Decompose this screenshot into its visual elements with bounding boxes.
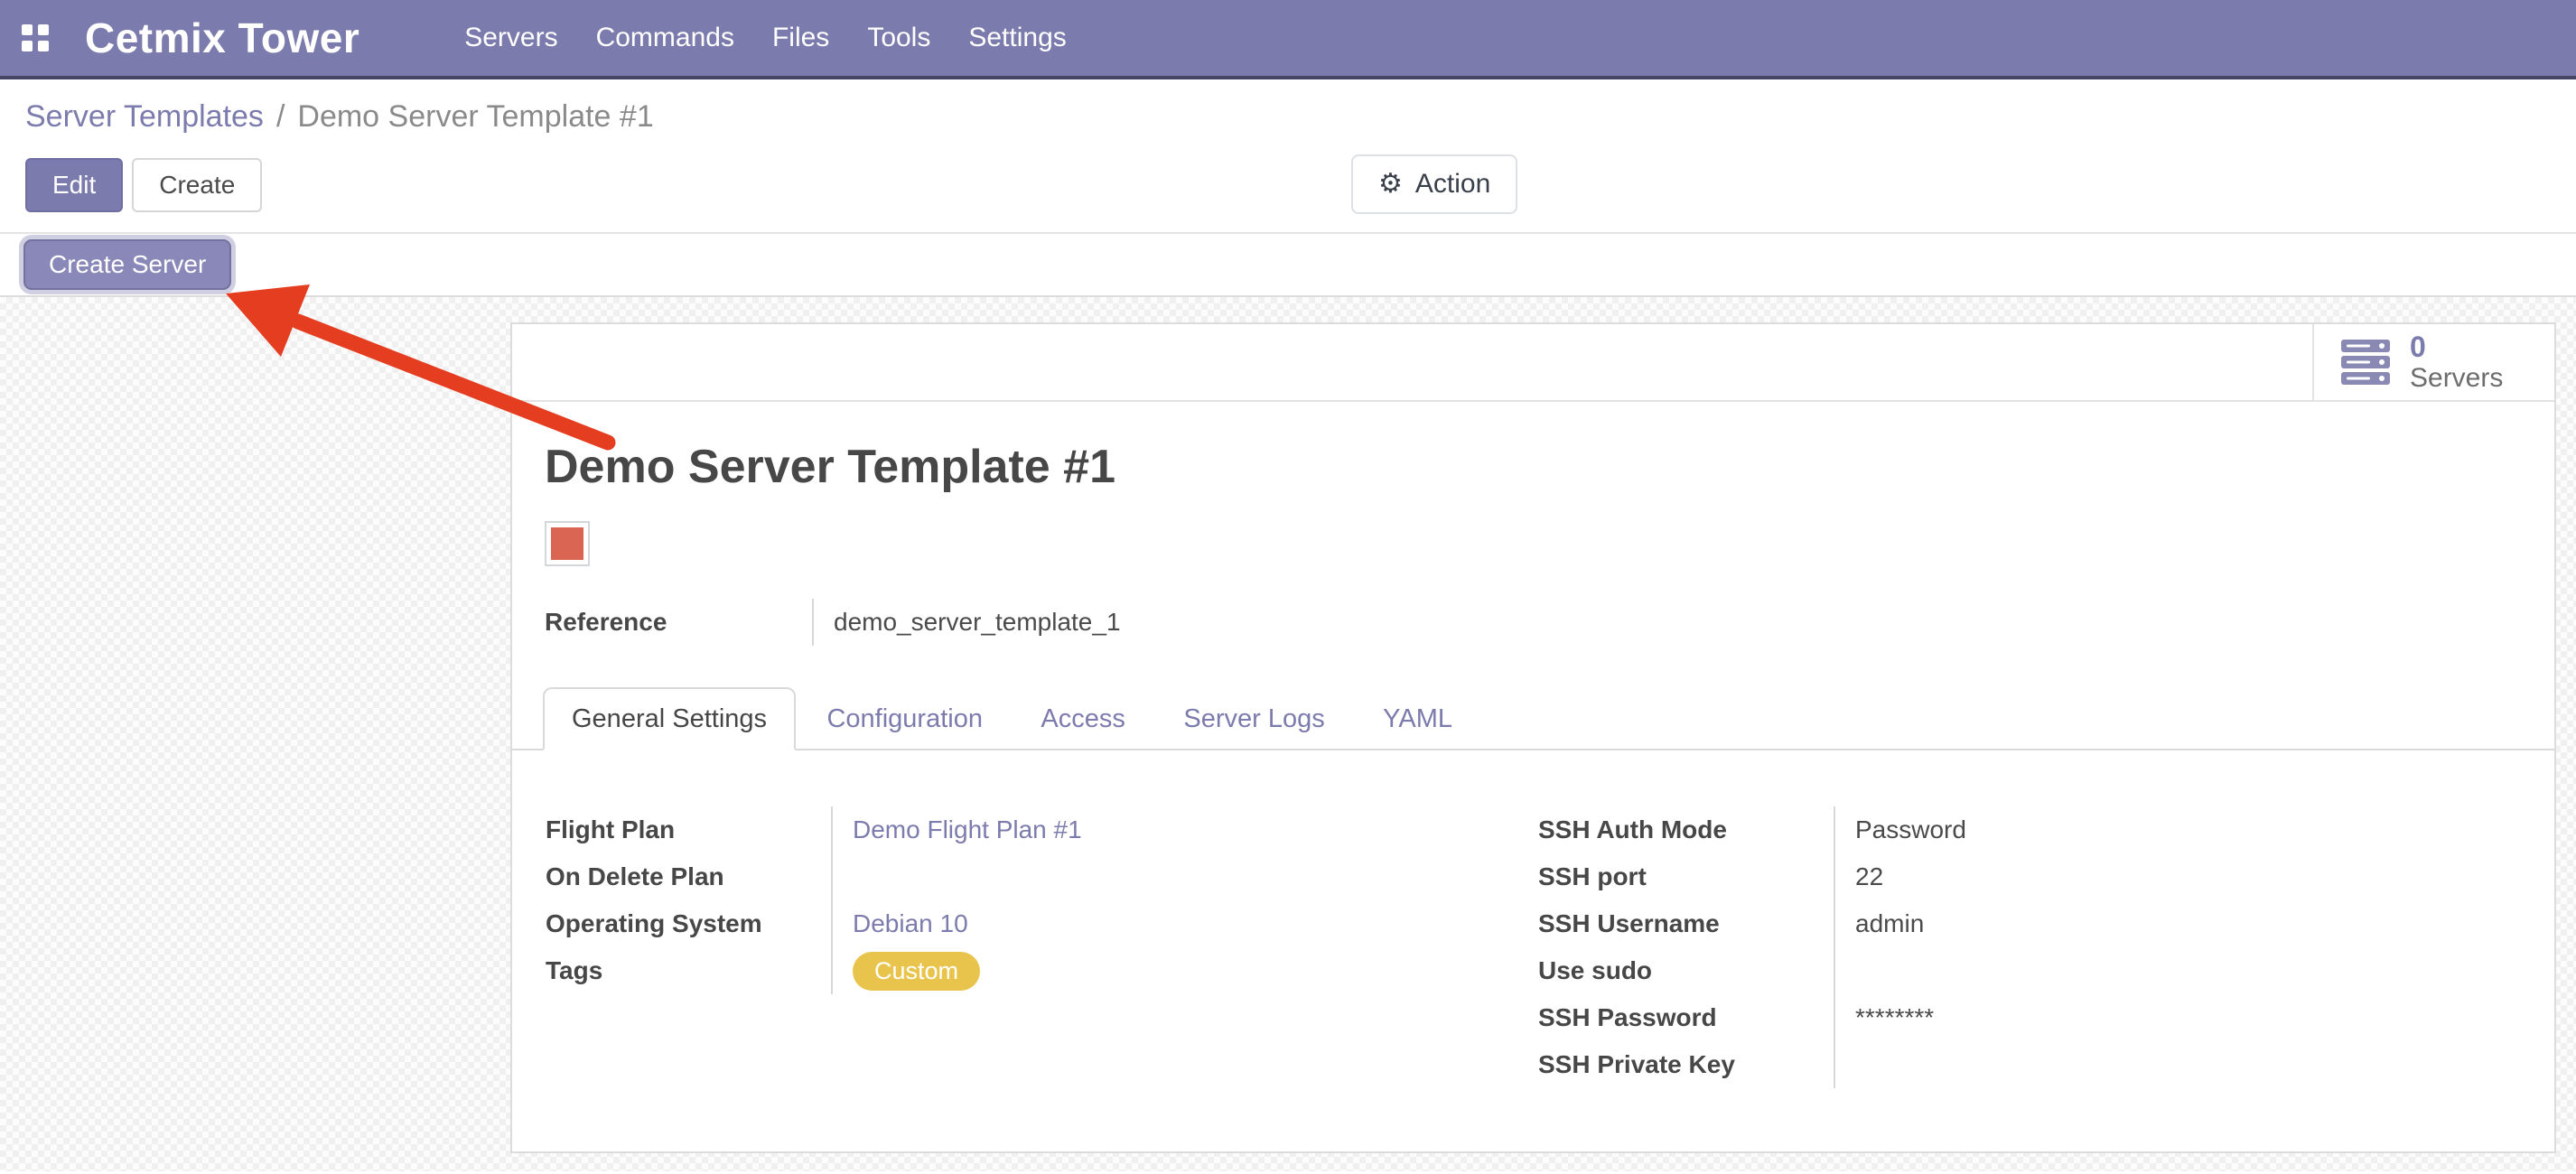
- action-button-label: Action: [1415, 169, 1490, 200]
- field-label: Operating System: [545, 900, 832, 947]
- tab-general-settings[interactable]: General Settings: [543, 687, 796, 750]
- ssh-auth-mode-value: Password: [1834, 806, 2245, 853]
- use-sudo-value: [1834, 947, 2245, 994]
- notebook-tabs: General Settings Configuration Access Se…: [512, 687, 2554, 750]
- field-row-on-delete-plan: On Delete Plan: [545, 853, 1242, 900]
- field-label: Use sudo: [1537, 947, 1834, 994]
- action-button[interactable]: ⚙ Action: [1351, 154, 1517, 214]
- right-field-group: SSH Auth Mode Password SSH port 22 SSH U…: [1537, 806, 2245, 1088]
- color-swatch-fill: [551, 527, 583, 560]
- tab-server-logs[interactable]: Server Logs: [1156, 689, 1351, 749]
- field-label: SSH port: [1537, 853, 1834, 900]
- ssh-private-key-value: [1834, 1041, 2245, 1088]
- breadcrumb-separator: /: [276, 99, 285, 135]
- field-label: Flight Plan: [545, 806, 832, 853]
- field-label: SSH Username: [1537, 900, 1834, 947]
- servers-count-label: Servers: [2410, 363, 2503, 393]
- menu-item-settings[interactable]: Settings: [968, 23, 1066, 53]
- field-label: SSH Auth Mode: [1537, 806, 1834, 853]
- app-brand[interactable]: Cetmix Tower: [85, 14, 359, 62]
- tab-access[interactable]: Access: [1013, 689, 1152, 749]
- field-row-ssh-auth-mode: SSH Auth Mode Password: [1537, 806, 2245, 853]
- record-title: Demo Server Template #1: [545, 440, 2554, 494]
- ssh-username-value: admin: [1834, 900, 2245, 947]
- breadcrumb-parent-link[interactable]: Server Templates: [25, 99, 264, 135]
- statusbar: Create Server: [0, 232, 2576, 297]
- control-panel: Server Templates / Demo Server Template …: [0, 79, 2576, 232]
- field-row-ssh-port: SSH port 22: [1537, 853, 2245, 900]
- field-row-ssh-username: SSH Username admin: [1537, 900, 2245, 947]
- menu-item-servers[interactable]: Servers: [464, 23, 557, 53]
- field-row-ssh-private-key: SSH Private Key: [1537, 1041, 2245, 1088]
- tab-yaml[interactable]: YAML: [1356, 689, 1479, 749]
- gear-icon: ⚙: [1378, 171, 1403, 198]
- menu-item-tools[interactable]: Tools: [867, 23, 930, 53]
- servers-icon: [2341, 340, 2390, 385]
- server-template-card: 0 Servers Demo Server Template #1 Refere…: [510, 322, 2556, 1153]
- field-row-use-sudo: Use sudo: [1537, 947, 2245, 994]
- card-body: Demo Server Template #1 Reference demo_s…: [512, 440, 2554, 1095]
- create-server-button[interactable]: Create Server: [23, 239, 231, 290]
- left-field-group: Flight Plan Demo Flight Plan #1 On Delet…: [545, 806, 1242, 994]
- field-row-operating-system: Operating System Debian 10: [545, 900, 1242, 947]
- tab-configuration[interactable]: Configuration: [799, 689, 1010, 749]
- button-row: Edit Create ⚙ Action: [25, 158, 2576, 232]
- servers-count: 0: [2410, 331, 2503, 363]
- content-area: 0 Servers Demo Server Template #1 Refere…: [0, 297, 2576, 1171]
- flight-plan-link[interactable]: Demo Flight Plan #1: [853, 815, 1082, 843]
- edit-button[interactable]: Edit: [25, 158, 123, 212]
- field-groups: Flight Plan Demo Flight Plan #1 On Delet…: [545, 806, 2554, 1095]
- reference-value: demo_server_template_1: [812, 599, 1121, 646]
- field-row-tags: Tags Custom: [545, 947, 1242, 994]
- breadcrumb: Server Templates / Demo Server Template …: [25, 99, 2576, 135]
- main-menu: Servers Commands Files Tools Settings: [464, 23, 1067, 53]
- field-row-flight-plan: Flight Plan Demo Flight Plan #1: [545, 806, 1242, 853]
- apps-menu-icon[interactable]: [22, 24, 49, 51]
- create-button[interactable]: Create: [132, 158, 262, 212]
- ssh-password-value: ********: [1834, 994, 2245, 1041]
- field-label: On Delete Plan: [545, 853, 832, 900]
- reference-row: Reference demo_server_template_1: [545, 597, 2554, 648]
- tag-badge-custom[interactable]: Custom: [853, 952, 980, 991]
- operating-system-link[interactable]: Debian 10: [853, 909, 968, 937]
- ssh-port-value: 22: [1834, 853, 2245, 900]
- field-row-ssh-password: SSH Password ********: [1537, 994, 2245, 1041]
- field-label: SSH Private Key: [1537, 1041, 1834, 1088]
- field-label: Tags: [545, 947, 832, 994]
- servers-stat-button[interactable]: 0 Servers: [2312, 324, 2554, 400]
- breadcrumb-current: Demo Server Template #1: [297, 99, 653, 135]
- reference-label: Reference: [545, 608, 812, 637]
- color-swatch[interactable]: [545, 521, 590, 566]
- field-label: SSH Password: [1537, 994, 1834, 1041]
- menu-item-files[interactable]: Files: [772, 23, 829, 53]
- menu-item-commands[interactable]: Commands: [596, 23, 734, 53]
- card-header-strip: 0 Servers: [512, 324, 2554, 402]
- top-navbar: Cetmix Tower Servers Commands Files Tool…: [0, 0, 2576, 79]
